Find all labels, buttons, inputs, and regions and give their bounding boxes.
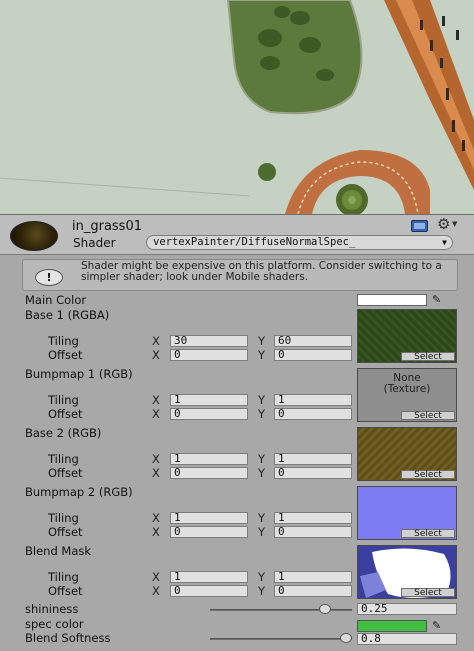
offset-x-field[interactable]: 0: [170, 467, 248, 479]
material-header: in_grass01 Shader vertexPainter/DiffuseN…: [0, 215, 474, 255]
book-icon[interactable]: [411, 220, 428, 232]
shininess-slider-thumb[interactable]: [319, 604, 332, 614]
blend-softness-label: Blend Softness: [25, 631, 111, 645]
axis-y-label: Y: [258, 334, 266, 348]
base1-texture-slot[interactable]: Select: [357, 309, 457, 363]
offset-x-field[interactable]: 0: [170, 408, 248, 420]
texture-label: Blend Mask: [25, 544, 92, 558]
offset-x-field[interactable]: 0: [170, 585, 248, 597]
scene-viewport[interactable]: [0, 0, 474, 214]
tiling-label: Tiling: [48, 452, 79, 466]
tiling-y-field[interactable]: 1: [274, 512, 352, 524]
select-button[interactable]: Select: [401, 470, 455, 480]
shader-label: Shader: [73, 236, 116, 250]
tiling-y-field[interactable]: 1: [274, 394, 352, 406]
shader-warning-box: ! Shader might be expensive on this plat…: [22, 259, 458, 291]
axis-x-label: X: [152, 348, 160, 362]
main-color-swatch[interactable]: [357, 294, 427, 306]
tiling-label: Tiling: [48, 393, 79, 407]
none-texture-text: None (Texture): [358, 373, 456, 395]
shininess-label: shininess: [25, 602, 79, 616]
texture-label: Base 2 (RGB): [25, 426, 102, 440]
main-color-label: Main Color: [25, 293, 87, 307]
eyedropper-icon[interactable]: ✎: [432, 294, 446, 306]
offset-label: Offset: [48, 407, 83, 421]
axis-x-label: X: [152, 334, 160, 348]
offset-y-field[interactable]: 0: [274, 526, 352, 538]
axis-x-label: X: [152, 393, 160, 407]
axis-y-label: Y: [258, 570, 266, 584]
shader-dropdown[interactable]: vertexPainter/DiffuseNormalSpec_ ▼: [146, 235, 453, 250]
material-sphere-icon: [10, 221, 58, 251]
offset-label: Offset: [48, 348, 83, 362]
tiling-y-field[interactable]: 1: [274, 453, 352, 465]
axis-y-label: Y: [258, 393, 266, 407]
axis-x-label: X: [152, 466, 160, 480]
material-name: in_grass01: [72, 219, 143, 234]
axis-y-label: Y: [258, 584, 266, 598]
bumpmap2-texture-slot[interactable]: Select: [357, 486, 457, 540]
tiling-label: Tiling: [48, 570, 79, 584]
select-button[interactable]: Select: [401, 411, 455, 421]
offset-label: Offset: [48, 466, 83, 480]
select-button[interactable]: Select: [401, 352, 455, 362]
warning-text: Shader might be expensive on this platfo…: [81, 260, 442, 283]
tiling-y-field[interactable]: 60: [274, 335, 352, 347]
offset-x-field[interactable]: 0: [170, 349, 248, 361]
select-button[interactable]: Select: [401, 588, 455, 598]
bumpmap1-texture-slot[interactable]: None (Texture) Select: [357, 368, 457, 422]
axis-y-label: Y: [258, 525, 266, 539]
select-button[interactable]: Select: [401, 529, 455, 539]
material-inspector: in_grass01 Shader vertexPainter/DiffuseN…: [0, 214, 474, 651]
offset-y-field[interactable]: 0: [274, 467, 352, 479]
axis-x-label: X: [152, 584, 160, 598]
axis-x-label: X: [152, 407, 160, 421]
tiling-label: Tiling: [48, 511, 79, 525]
spec-color-label: spec color: [25, 617, 84, 631]
base2-texture-slot[interactable]: Select: [357, 427, 457, 481]
gear-menu-arrow-icon[interactable]: ▼: [452, 220, 457, 228]
shader-dropdown-value: vertexPainter/DiffuseNormalSpec_: [153, 236, 356, 248]
axis-y-label: Y: [258, 452, 266, 466]
tiling-x-field[interactable]: 1: [170, 453, 248, 465]
axis-y-label: Y: [258, 348, 266, 362]
axis-x-label: X: [152, 570, 160, 584]
blend-softness-value-field[interactable]: 0.8: [357, 633, 457, 645]
offset-label: Offset: [48, 525, 83, 539]
offset-y-field[interactable]: 0: [274, 585, 352, 597]
axis-x-label: X: [152, 511, 160, 525]
texture-label: Bumpmap 1 (RGB): [25, 367, 133, 381]
tiling-x-field[interactable]: 1: [170, 512, 248, 524]
scene-render: [0, 0, 474, 214]
blend-softness-slider-thumb[interactable]: [340, 633, 353, 643]
offset-y-field[interactable]: 0: [274, 349, 352, 361]
offset-y-field[interactable]: 0: [274, 408, 352, 420]
offset-label: Offset: [48, 584, 83, 598]
tiling-y-field[interactable]: 1: [274, 571, 352, 583]
chevron-down-icon: ▼: [442, 238, 447, 247]
tiling-x-field[interactable]: 1: [170, 571, 248, 583]
axis-y-label: Y: [258, 407, 266, 421]
axis-y-label: Y: [258, 511, 266, 525]
tiling-x-field[interactable]: 1: [170, 394, 248, 406]
axis-y-label: Y: [258, 466, 266, 480]
none-text-line2: (Texture): [383, 383, 431, 395]
blend-mask-texture-slot[interactable]: Select: [357, 545, 457, 599]
tiling-label: Tiling: [48, 334, 79, 348]
eyedropper-icon[interactable]: ✎: [432, 620, 446, 632]
texture-label: Base 1 (RGBA): [25, 308, 110, 322]
shininess-value-field[interactable]: 0.25: [357, 603, 457, 615]
info-icon: !: [35, 269, 63, 286]
texture-label: Bumpmap 2 (RGB): [25, 485, 133, 499]
spec-color-swatch[interactable]: [357, 620, 427, 632]
axis-x-label: X: [152, 452, 160, 466]
gear-icon[interactable]: ⚙: [437, 217, 450, 232]
tiling-x-field[interactable]: 30: [170, 335, 248, 347]
blend-softness-slider-track[interactable]: [210, 638, 352, 640]
axis-x-label: X: [152, 525, 160, 539]
offset-x-field[interactable]: 0: [170, 526, 248, 538]
